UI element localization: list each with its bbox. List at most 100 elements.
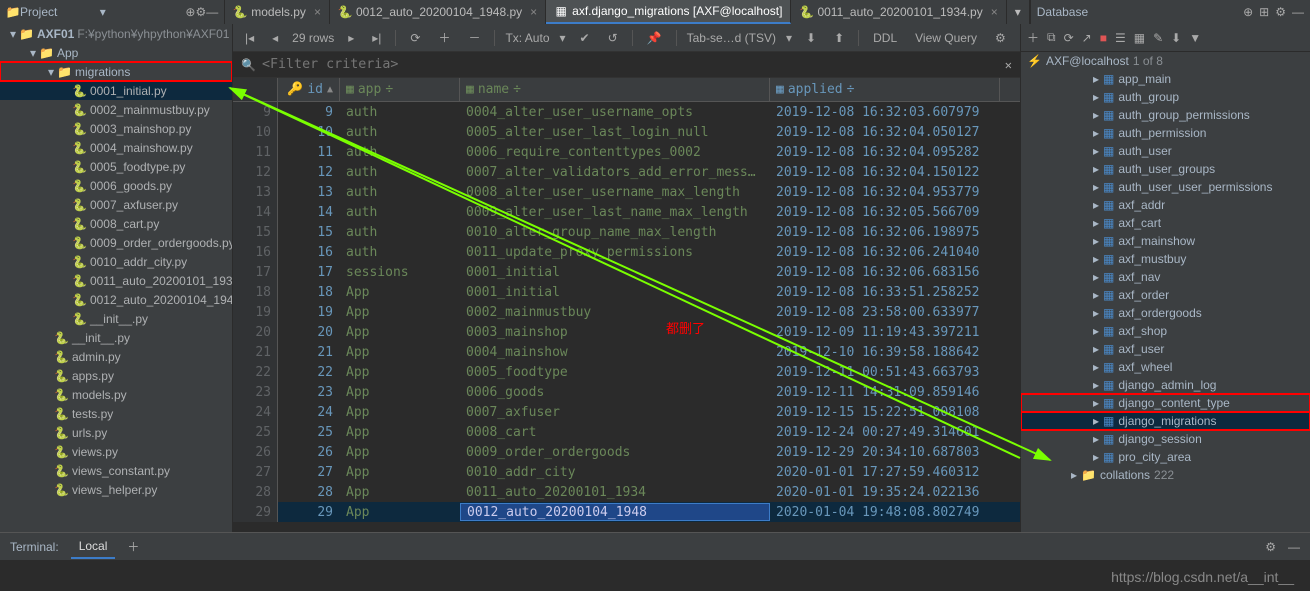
cell-name[interactable]: 0005_foodtype: [460, 362, 770, 382]
cell-applied[interactable]: 2019-12-09 11:19:43.397211: [770, 322, 1000, 342]
cell-applied[interactable]: 2019-12-08 16:32:04.095282: [770, 142, 1000, 162]
db-table[interactable]: ▸▦axf_addr: [1021, 196, 1310, 214]
table-row[interactable]: 28 28 App 0011_auto_20200101_1934 2020-0…: [233, 482, 1020, 502]
cell-applied[interactable]: 2020-01-01 17:27:59.460312: [770, 462, 1000, 482]
grid-icon[interactable]: ▦: [1134, 31, 1145, 45]
cell-name[interactable]: 0011_auto_20200101_1934: [460, 482, 770, 502]
close-icon[interactable]: ×: [314, 5, 321, 19]
table-row[interactable]: 24 24 App 0007_axfuser 2019-12-15 15:22:…: [233, 402, 1020, 422]
target-icon[interactable]: ⊕: [185, 5, 195, 19]
cell-name[interactable]: 0004_alter_user_username_opts: [460, 102, 770, 122]
db-table[interactable]: ▸▦auth_user_groups: [1021, 160, 1310, 178]
refresh-icon[interactable]: ⟳: [1064, 31, 1074, 45]
cell-id[interactable]: 20: [278, 322, 340, 342]
close-icon[interactable]: ✕: [1005, 58, 1012, 72]
cell-applied[interactable]: 2019-12-08 16:32:03.607979: [770, 102, 1000, 122]
tree-file[interactable]: 🐍0001_initial.py: [0, 81, 232, 100]
cell-name[interactable]: 0008_alter_user_username_max_length: [460, 182, 770, 202]
table-row[interactable]: 18 18 App 0001_initial 2019-12-08 16:33:…: [233, 282, 1020, 302]
settings-icon[interactable]: ⚙: [991, 29, 1010, 47]
cell-applied[interactable]: 2019-12-08 16:32:06.683156: [770, 262, 1000, 282]
cell-app[interactable]: App: [340, 482, 460, 502]
cell-applied[interactable]: 2019-12-08 16:32:04.050127: [770, 122, 1000, 142]
db-table[interactable]: ▸▦axf_mustbuy: [1021, 250, 1310, 268]
add-terminal-icon[interactable]: ＋: [127, 538, 139, 555]
expand-icon[interactable]: ⊞: [1259, 5, 1269, 19]
gear-icon[interactable]: ⚙: [1265, 540, 1276, 554]
cell-name[interactable]: 0007_axfuser: [460, 402, 770, 422]
cell-app[interactable]: auth: [340, 122, 460, 142]
cell-app[interactable]: App: [340, 362, 460, 382]
cell-id[interactable]: 14: [278, 202, 340, 222]
db-table[interactable]: ▸▦axf_cart: [1021, 214, 1310, 232]
collapse-icon[interactable]: —: [1288, 540, 1300, 554]
cell-id[interactable]: 22: [278, 362, 340, 382]
tree-file[interactable]: 🐍urls.py: [0, 423, 232, 442]
gear-icon[interactable]: ⚙: [195, 5, 206, 19]
cell-applied[interactable]: 2020-01-04 19:48:08.802749: [770, 502, 1000, 522]
editor-tab[interactable]: 🐍0012_auto_20200104_1948.py×: [330, 0, 546, 24]
table-row[interactable]: 20 20 App 0003_mainshop 2019-12-09 11:19…: [233, 322, 1020, 342]
more-tabs[interactable]: ▾: [1007, 0, 1030, 24]
rollback-icon[interactable]: ↺: [604, 29, 622, 47]
commit-icon[interactable]: ✔: [576, 29, 594, 47]
table-row[interactable]: 12 12 auth 0007_alter_validators_add_err…: [233, 162, 1020, 182]
th-applied[interactable]: ▦applied÷: [770, 78, 1000, 101]
add-row-icon[interactable]: ＋: [434, 27, 454, 48]
tree-app-folder[interactable]: ▾ 📁 App: [0, 43, 232, 62]
tree-file[interactable]: 🐍__init__.py: [0, 309, 232, 328]
tree-migrations-folder[interactable]: ▾ 📁 migrations: [0, 62, 232, 81]
terminal-tab[interactable]: Local: [71, 535, 116, 559]
db-table[interactable]: ▸▦axf_mainshow: [1021, 232, 1310, 250]
db-table[interactable]: ▸▦axf_user: [1021, 340, 1310, 358]
db-table[interactable]: ▸▦axf_ordergoods: [1021, 304, 1310, 322]
th-name[interactable]: ▦name÷: [460, 78, 770, 101]
cell-app[interactable]: auth: [340, 182, 460, 202]
cell-name[interactable]: 0003_mainshop: [460, 322, 770, 342]
tree-file[interactable]: 🐍0011_auto_20200101_1934.p: [0, 271, 232, 290]
table-row[interactable]: 27 27 App 0010_addr_city 2020-01-01 17:2…: [233, 462, 1020, 482]
view-query-button[interactable]: View Query: [911, 29, 981, 47]
cell-applied[interactable]: 2019-12-08 16:32:04.150122: [770, 162, 1000, 182]
cell-app[interactable]: App: [340, 442, 460, 462]
cell-name[interactable]: 0001_initial: [460, 282, 770, 302]
cell-name[interactable]: 0008_cart: [460, 422, 770, 442]
cell-applied[interactable]: 2019-12-08 16:32:05.566709: [770, 202, 1000, 222]
cell-id[interactable]: 13: [278, 182, 340, 202]
close-icon[interactable]: ×: [530, 5, 537, 19]
cell-app[interactable]: auth: [340, 222, 460, 242]
tree-file[interactable]: 🐍__init__.py: [0, 328, 232, 347]
copy-icon[interactable]: ⧉: [1047, 30, 1056, 45]
tree-file[interactable]: 🐍0007_axfuser.py: [0, 195, 232, 214]
upload-icon[interactable]: ⬆: [830, 29, 848, 47]
remove-row-icon[interactable]: －: [464, 27, 484, 48]
table-row[interactable]: 19 19 App 0002_mainmustbuy 2019-12-08 23…: [233, 302, 1020, 322]
tree-file[interactable]: 🐍admin.py: [0, 347, 232, 366]
cell-id[interactable]: 17: [278, 262, 340, 282]
cell-app[interactable]: auth: [340, 102, 460, 122]
table-row[interactable]: 26 26 App 0009_order_ordergoods 2019-12-…: [233, 442, 1020, 462]
cell-applied[interactable]: 2019-12-08 16:32:06.198975: [770, 222, 1000, 242]
table-row[interactable]: 21 21 App 0004_mainshow 2019-12-10 16:39…: [233, 342, 1020, 362]
cell-name[interactable]: 0007_alter_validators_add_error_mess…: [460, 162, 770, 182]
cell-applied[interactable]: 2019-12-11 00:51:43.663793: [770, 362, 1000, 382]
tree-file[interactable]: 🐍apps.py: [0, 366, 232, 385]
tree-file[interactable]: 🐍0004_mainshow.py: [0, 138, 232, 157]
cell-name[interactable]: 0001_initial: [460, 262, 770, 282]
db-table[interactable]: ▸▦django_content_type: [1021, 394, 1310, 412]
db-table[interactable]: ▸▦axf_shop: [1021, 322, 1310, 340]
tree-file[interactable]: 🐍0003_mainshop.py: [0, 119, 232, 138]
cell-app[interactable]: App: [340, 402, 460, 422]
cell-id[interactable]: 15: [278, 222, 340, 242]
tree-file[interactable]: 🐍0002_mainmustbuy.py: [0, 100, 232, 119]
cell-id[interactable]: 18: [278, 282, 340, 302]
cell-id[interactable]: 28: [278, 482, 340, 502]
first-page-icon[interactable]: |◂: [241, 29, 258, 47]
cell-applied[interactable]: 2019-12-24 00:27:49.314601: [770, 422, 1000, 442]
cell-applied[interactable]: 2019-12-15 15:22:51.008108: [770, 402, 1000, 422]
th-app[interactable]: ▦app÷: [340, 78, 460, 101]
cell-id[interactable]: 23: [278, 382, 340, 402]
cell-app[interactable]: App: [340, 302, 460, 322]
reload-icon[interactable]: ⟳: [406, 29, 424, 47]
cell-applied[interactable]: 2019-12-08 16:32:06.241040: [770, 242, 1000, 262]
